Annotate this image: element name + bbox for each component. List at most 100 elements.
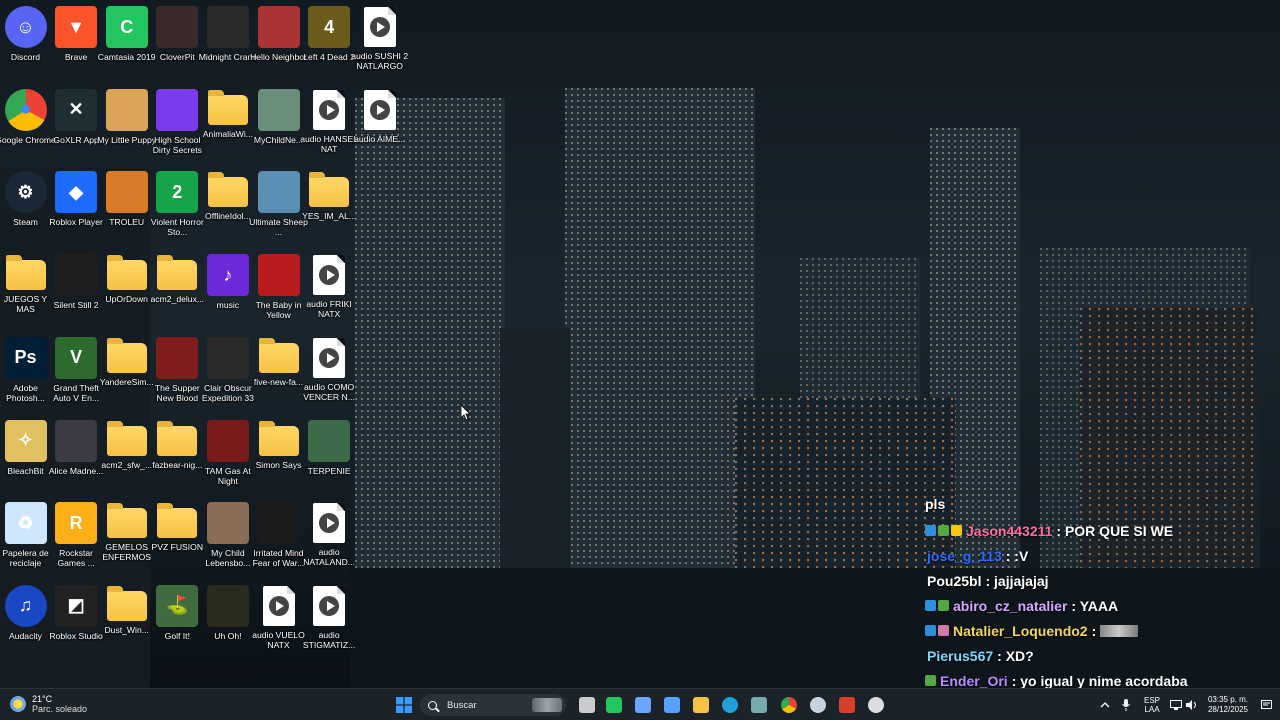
- desktop-icon[interactable]: TROLEU: [101, 166, 152, 248]
- desktop-icon[interactable]: ⛳ Golf It!: [152, 580, 203, 662]
- taskbar-app-goxlr[interactable]: [747, 693, 771, 717]
- audio-file-icon: [313, 337, 346, 378]
- chat-message-text: :: [1091, 622, 1097, 639]
- desktop-icon[interactable]: audio COMO VENCER N...: [303, 332, 355, 414]
- desktop-icon[interactable]: ✕ GoXLR App: [51, 84, 102, 166]
- folder-icon: [157, 255, 198, 291]
- desktop-icon[interactable]: Ps Adobe Photosh...: [0, 332, 51, 414]
- microphone-icon[interactable]: [1118, 689, 1134, 720]
- taskbar-app-task-view[interactable]: [575, 693, 599, 717]
- play-icon: [319, 99, 340, 120]
- desktop-icon[interactable]: GEMELOS ENFERMOS: [101, 497, 152, 579]
- taskbar-app-edge[interactable]: [718, 693, 742, 717]
- desktop-icon[interactable]: ▼ Brave: [51, 1, 102, 83]
- taskbar-app-chrome[interactable]: [777, 693, 801, 717]
- desktop-icon[interactable]: audio VUELO NATX: [252, 580, 305, 662]
- desktop-icon[interactable]: audio AIME...: [354, 84, 405, 166]
- desktop-icon[interactable]: ◆ Roblox Player: [49, 166, 103, 248]
- network-icon[interactable]: [1168, 689, 1184, 720]
- desktop-icon[interactable]: UpOrDown: [101, 249, 152, 331]
- show-hidden-icons-button[interactable]: [1097, 689, 1113, 720]
- desktop-icon[interactable]: ⚙ Steam: [0, 166, 51, 248]
- search-highlight-image: [532, 698, 562, 712]
- chat-badge-icon: [925, 625, 936, 636]
- system-clock[interactable]: 03:35 p. m. 28/12/2025: [1200, 689, 1256, 720]
- taskbar-app-brave[interactable]: [835, 693, 859, 717]
- desktop-icon[interactable]: TAM Gas At Night: [202, 415, 253, 497]
- desktop-icon[interactable]: TERPENIE: [304, 415, 355, 497]
- desktop-icon[interactable]: acm2_sfw_...: [101, 415, 152, 497]
- brave-icon: [839, 697, 855, 713]
- desktop-icon[interactable]: CloverPit: [152, 1, 203, 83]
- desktop-icon[interactable]: audio FRIKI NATX: [304, 249, 355, 331]
- desktop-icon[interactable]: YES_IM_AL...: [302, 166, 356, 248]
- desktop-icon[interactable]: My Little Puppy: [97, 84, 156, 166]
- desktop-icon[interactable]: C Camtasia 2019: [98, 1, 156, 83]
- desktop-icon[interactable]: Alice Madne...: [49, 415, 103, 497]
- taskbar-app-steam[interactable]: [806, 693, 830, 717]
- desktop-icon[interactable]: PVZ FUSION: [152, 497, 203, 579]
- desktop-icon[interactable]: Hello Neighbor: [250, 1, 307, 83]
- desktop-icon[interactable]: acm2_delux...: [151, 249, 204, 331]
- desktop-icon[interactable]: audio STIGMATIZ...: [303, 580, 355, 662]
- input-language-indicator[interactable]: ESP LAA: [1138, 689, 1166, 720]
- taskbar-app-obs[interactable]: [864, 693, 888, 717]
- audio-file-icon: [363, 7, 396, 47]
- desktop-icon[interactable]: YandereSim...: [100, 332, 154, 414]
- desktop-icon[interactable]: ♪ music: [202, 249, 253, 331]
- taskbar-app-store[interactable]: [660, 693, 684, 717]
- desktop-icon[interactable]: audio SUSHI 2 NATLARGO: [351, 1, 408, 83]
- desktop-icon[interactable]: ● Google Chrome: [0, 84, 56, 166]
- weather-widget[interactable]: 21°C Parc. soleado: [10, 694, 87, 714]
- desktop-icon[interactable]: High School Dirty Secrets: [152, 84, 203, 166]
- desktop-icon[interactable]: ◩ Roblox Studio: [49, 580, 103, 662]
- obs-icon: [868, 697, 884, 713]
- taskbar-app-copilot[interactable]: [631, 693, 655, 717]
- tam-gas-icon: [206, 419, 249, 462]
- desktop-icon[interactable]: 2 Violent Horror Sto...: [151, 166, 204, 248]
- desktop-icon[interactable]: ✧ BleachBit: [0, 415, 51, 497]
- desktop-icon[interactable]: fazbear-nig...: [152, 415, 203, 497]
- desktop-icon[interactable]: 4 Left 4 Dead 2: [303, 1, 355, 83]
- desktop-icon[interactable]: The Supper New Blood: [152, 332, 203, 414]
- desktop-icon[interactable]: OfflineIdol...: [202, 166, 253, 248]
- desktop-icon[interactable]: Simon Says: [253, 415, 304, 497]
- play-icon: [319, 595, 340, 616]
- taskbar-app-explorer[interactable]: [689, 693, 713, 717]
- recycle-bin-icon: ♻: [4, 502, 47, 545]
- desktop-icon[interactable]: Irritated Mind Fear of War...: [253, 497, 304, 579]
- terpenie-icon: [308, 419, 351, 462]
- gta-icon: V: [55, 336, 98, 379]
- desktop-icon[interactable]: MyChildNe...: [253, 84, 304, 166]
- alice-icon: [55, 419, 98, 462]
- notifications-button[interactable]: [1258, 689, 1274, 720]
- keyboard-layout-code: LAA: [1144, 705, 1160, 714]
- desktop-icon[interactable]: audio NATALAND...: [303, 497, 355, 579]
- desktop-icon[interactable]: R Rockstar Games ...: [51, 497, 102, 579]
- desktop-icon[interactable]: JUEGOS Y MAS: [0, 249, 51, 331]
- desktop-icon[interactable]: audio HANSEL NAT: [300, 84, 358, 166]
- desktop-icon[interactable]: Uh Oh!: [202, 580, 253, 662]
- start-button[interactable]: [392, 693, 416, 717]
- volume-icon[interactable]: [1184, 689, 1200, 720]
- chat-message: Natalier_Loquendo2:: [925, 618, 1280, 643]
- desktop-icon[interactable]: ☺ Discord: [0, 1, 51, 83]
- desktop-icon[interactable]: My Child Lebensbo...: [202, 497, 253, 579]
- mouse-cursor-icon: [461, 405, 471, 421]
- desktop-icon[interactable]: V Grand Theft Auto V En...: [51, 332, 102, 414]
- desktop-icon[interactable]: Dust_Win...: [101, 580, 152, 662]
- chat-username: Pierus567: [927, 647, 994, 664]
- chat-message-text: : yo igual y nime acordaba: [1011, 672, 1188, 689]
- desktop-icon[interactable]: ♻ Papelera de reciclaje: [0, 497, 51, 579]
- desktop-icon[interactable]: Silent Still 2: [51, 249, 102, 331]
- desktop-icon[interactable]: Midnight Crane: [199, 1, 257, 83]
- desktop-icon[interactable]: five-new-fa...: [253, 332, 304, 414]
- desktop-icon[interactable]: ♫ Audacity: [0, 580, 51, 662]
- taskbar-search-box[interactable]: Buscar: [420, 694, 566, 716]
- desktop-icon[interactable]: Ultimate Sheep ...: [249, 166, 308, 248]
- chat-badge-icon: [925, 675, 936, 686]
- taskbar-app-camtasia[interactable]: [602, 693, 626, 717]
- desktop-icon[interactable]: Clair Obscur Expedition 33: [202, 332, 254, 414]
- desktop-icon[interactable]: AnimaliaWi...: [202, 84, 253, 166]
- desktop-icon[interactable]: The Baby in Yellow: [253, 249, 304, 331]
